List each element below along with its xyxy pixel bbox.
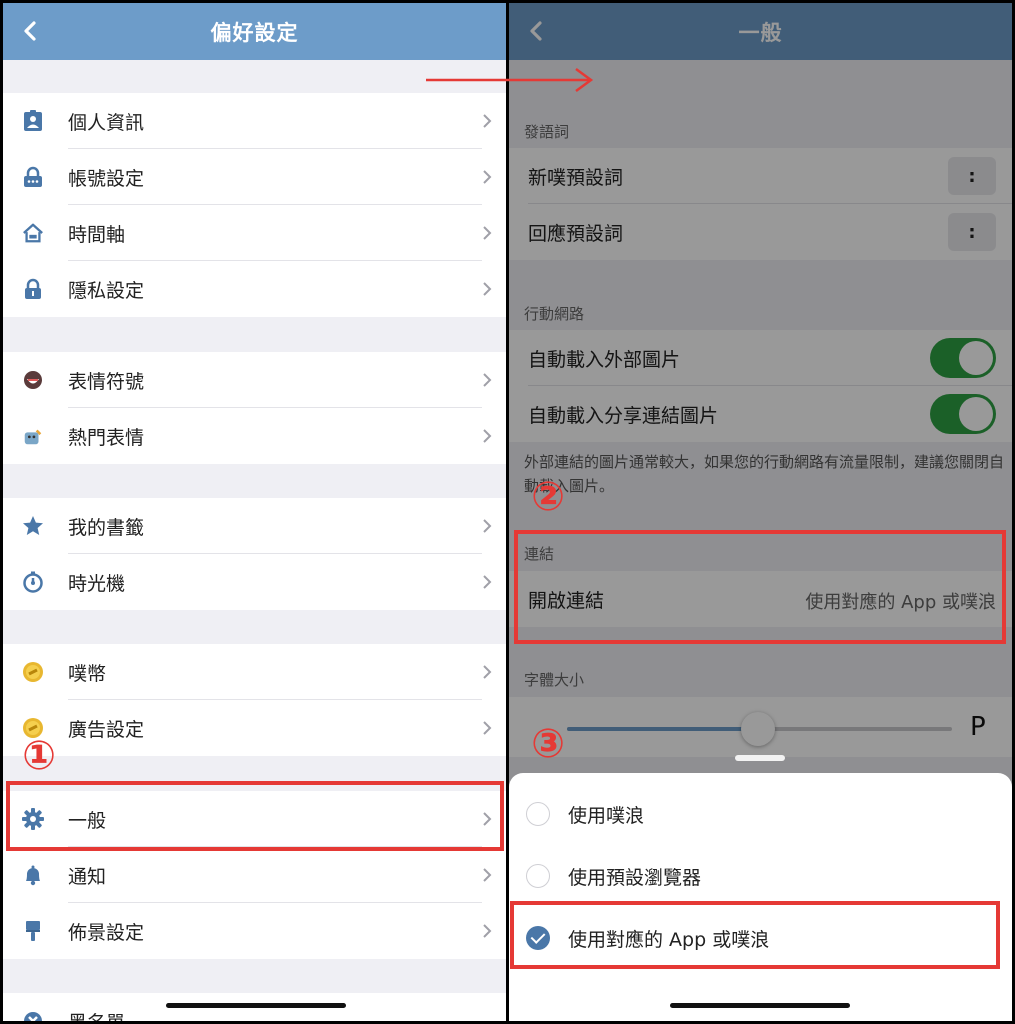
menu-item-theme[interactable]: 佈景設定 bbox=[3, 903, 506, 959]
lock-icon bbox=[22, 278, 44, 300]
menu-item-notifications[interactable]: 通知 bbox=[3, 847, 506, 903]
star-icon bbox=[22, 515, 44, 537]
chevron-right-icon bbox=[483, 282, 492, 296]
menu-label: 時光機 bbox=[68, 572, 126, 595]
brush-icon bbox=[22, 920, 44, 942]
menu-item-privacy[interactable]: 隱私設定 bbox=[3, 261, 506, 317]
navbar: 偏好設定 bbox=[3, 3, 506, 60]
chevron-right-icon bbox=[483, 665, 492, 679]
sheet-grabber[interactable] bbox=[735, 755, 785, 761]
highlight-box-general bbox=[6, 781, 504, 851]
chevron-right-icon bbox=[483, 721, 492, 735]
menu-label: 時間軸 bbox=[68, 223, 126, 246]
menu-item-bookmarks[interactable]: 我的書籤 bbox=[3, 498, 506, 554]
chevron-right-icon bbox=[483, 519, 492, 533]
settings-group-emoji: 表情符號 熱門表情 bbox=[3, 352, 506, 464]
option-label: 使用噗浪 bbox=[568, 805, 645, 827]
menu-label: 黑名單 bbox=[68, 1008, 125, 1022]
radio-unchecked-icon bbox=[526, 802, 550, 826]
menu-label: 熱門表情 bbox=[68, 426, 145, 449]
home-icon bbox=[22, 222, 44, 244]
page-title: 偏好設定 bbox=[210, 20, 299, 45]
menu-item-emoji[interactable]: 表情符號 bbox=[3, 352, 506, 408]
emoji-icon bbox=[22, 369, 44, 391]
highlight-box-link bbox=[514, 530, 1006, 644]
home-indicator bbox=[670, 1003, 850, 1008]
menu-item-time-machine[interactable]: 時光機 bbox=[3, 554, 506, 610]
menu-item-account[interactable]: 帳號設定 bbox=[3, 149, 506, 205]
chevron-right-icon bbox=[483, 114, 492, 128]
radio-unchecked-icon bbox=[526, 864, 550, 888]
general-settings-screen: 一般 發語詞 新噗預設詞 : 回應預設詞 : 行動網路 自動載入外部圖片 自動載… bbox=[509, 3, 1012, 1021]
bell-icon bbox=[22, 864, 44, 886]
chevron-right-icon bbox=[483, 373, 492, 387]
back-chevron-icon[interactable] bbox=[21, 21, 41, 41]
arrow-right-icon bbox=[426, 67, 594, 93]
settings-group-bookmarks: 我的書籤 時光機 bbox=[3, 498, 506, 610]
chevron-right-icon bbox=[483, 170, 492, 184]
menu-label: 我的書籤 bbox=[68, 516, 145, 539]
settings-group-coins: 噗幣 廣告設定 bbox=[3, 644, 506, 756]
hot-emoji-icon bbox=[22, 425, 44, 447]
highlight-box-option bbox=[510, 901, 1000, 969]
id-card-icon bbox=[22, 110, 44, 132]
menu-label: 廣告設定 bbox=[68, 718, 145, 741]
chevron-right-icon bbox=[483, 868, 492, 882]
preferences-screen: 偏好設定 個人資訊 帳號設定 時間軸 隱私設定 表情符號 熱門表情 我的書籤 時… bbox=[3, 3, 506, 1021]
stopwatch-icon bbox=[22, 571, 44, 593]
menu-item-profile[interactable]: 個人資訊 bbox=[3, 93, 506, 149]
menu-label: 噗幣 bbox=[68, 662, 107, 685]
option-use-plurk[interactable]: 使用噗浪 bbox=[509, 783, 1012, 845]
option-label: 使用預設瀏覽器 bbox=[568, 867, 702, 889]
screenshot-frame: 偏好設定 個人資訊 帳號設定 時間軸 隱私設定 表情符號 熱門表情 我的書籤 時… bbox=[0, 0, 1015, 1024]
chevron-right-icon bbox=[483, 226, 492, 240]
home-indicator bbox=[166, 1003, 346, 1008]
chevron-right-icon bbox=[483, 924, 492, 938]
account-lock-icon bbox=[22, 166, 44, 188]
open-link-options-sheet: 使用噗浪 使用預設瀏覽器 使用對應的 App 或噗浪 bbox=[509, 773, 1012, 1021]
chevron-right-icon bbox=[483, 429, 492, 443]
option-default-browser[interactable]: 使用預設瀏覽器 bbox=[509, 845, 1012, 907]
settings-group-account: 個人資訊 帳號設定 時間軸 隱私設定 bbox=[3, 93, 506, 317]
menu-item-plurk-coins[interactable]: 噗幣 bbox=[3, 644, 506, 700]
menu-label: 表情符號 bbox=[68, 370, 145, 393]
chevron-right-icon bbox=[483, 575, 492, 589]
menu-label: 佈景設定 bbox=[68, 921, 145, 944]
menu-item-timeline[interactable]: 時間軸 bbox=[3, 205, 506, 261]
menu-label: 隱私設定 bbox=[68, 279, 145, 302]
block-icon bbox=[22, 1010, 44, 1021]
menu-label: 帳號設定 bbox=[68, 167, 145, 190]
menu-item-ad-settings[interactable]: 廣告設定 bbox=[3, 700, 506, 756]
step-number-badge: ① bbox=[22, 733, 56, 779]
menu-label: 個人資訊 bbox=[68, 111, 145, 134]
coin-icon bbox=[22, 661, 44, 683]
step-number-badge: ③ bbox=[531, 721, 565, 767]
menu-item-hot-emoji[interactable]: 熱門表情 bbox=[3, 408, 506, 464]
step-number-badge: ② bbox=[531, 474, 565, 520]
menu-label: 通知 bbox=[68, 865, 107, 888]
